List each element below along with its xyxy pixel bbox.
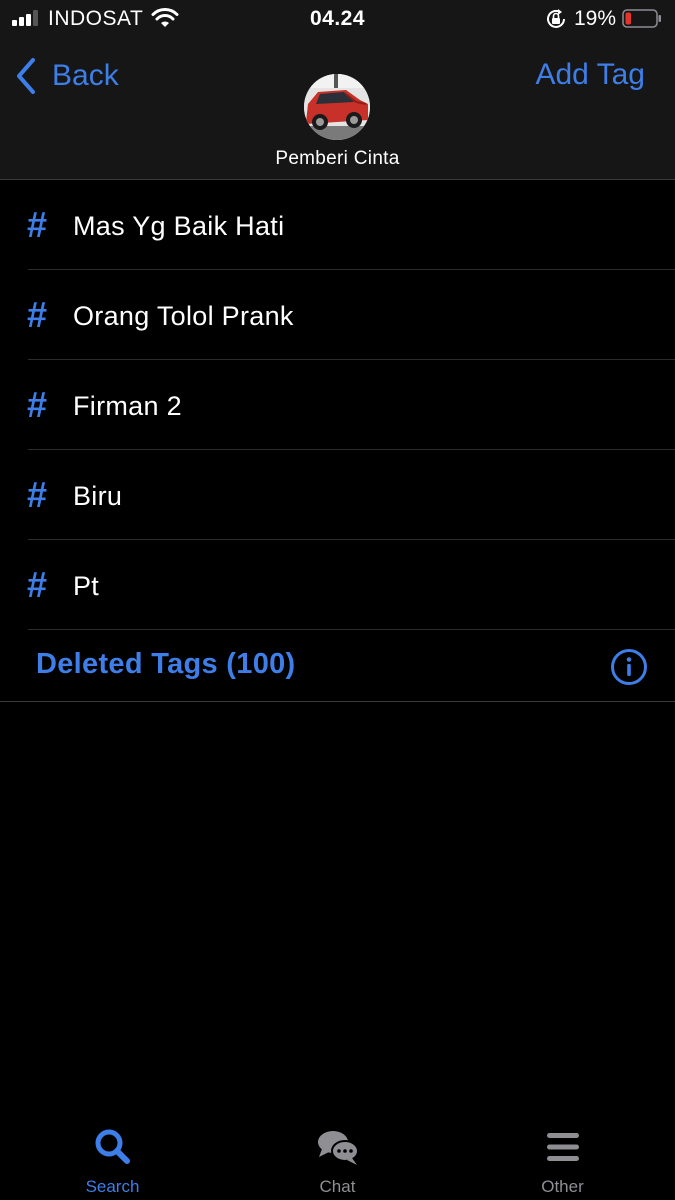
tag-label: Biru (73, 481, 123, 511)
hash-icon: # (27, 384, 48, 425)
info-icon[interactable] (610, 648, 648, 686)
hash-icon: # (27, 474, 48, 515)
tag-label: Orang Tolol Prank (73, 301, 294, 331)
deleted-tags-row[interactable]: Deleted Tags (100) (0, 630, 675, 702)
battery-percent: 19% (574, 7, 617, 30)
tab-chat[interactable]: Chat (225, 1115, 450, 1200)
battery-icon (622, 9, 661, 28)
car-photo (304, 74, 370, 140)
hash-icon: # (27, 564, 48, 605)
tag-list: # Mas Yg Baik Hati # Orang Tolol Prank #… (0, 180, 675, 702)
tab-other[interactable]: Other (450, 1115, 675, 1200)
hash-icon: # (27, 294, 48, 335)
tag-label: Pt (73, 571, 100, 601)
hash-icon: # (27, 204, 48, 245)
back-button[interactable]: Back (12, 56, 119, 96)
back-label: Back (52, 59, 119, 92)
menu-icon (546, 1133, 579, 1161)
search-icon (95, 1129, 130, 1164)
avatar[interactable] (304, 74, 370, 140)
chevron-left-icon (17, 58, 35, 94)
contact-name: Pemberi Cinta (275, 148, 400, 169)
status-bar: INDOSAT 04.24 19% (0, 0, 675, 38)
tag-row[interactable]: # Firman 2 (0, 360, 675, 450)
tab-search[interactable]: Search (0, 1115, 225, 1200)
tag-row[interactable]: # Biru (0, 450, 675, 540)
tab-label: Chat (319, 1177, 356, 1196)
rotation-lock-icon (547, 9, 565, 28)
tag-row[interactable]: # Mas Yg Baik Hati (0, 180, 675, 270)
chat-bubbles-icon (317, 1131, 359, 1165)
tag-row[interactable]: # Orang Tolol Prank (0, 270, 675, 360)
add-tag-button[interactable]: Add Tag (535, 58, 645, 92)
tab-label: Other (541, 1177, 584, 1196)
tab-label: Search (85, 1177, 140, 1196)
tag-label: Mas Yg Baik Hati (73, 211, 285, 241)
tag-label: Firman 2 (73, 391, 182, 421)
navigation-bar: Back Add Tag Pemberi Cinta (0, 38, 675, 180)
tab-bar: Search Chat Other (0, 1115, 675, 1200)
tag-row[interactable]: # Pt (0, 540, 675, 630)
deleted-tags-label: Deleted Tags (100) (36, 648, 296, 680)
